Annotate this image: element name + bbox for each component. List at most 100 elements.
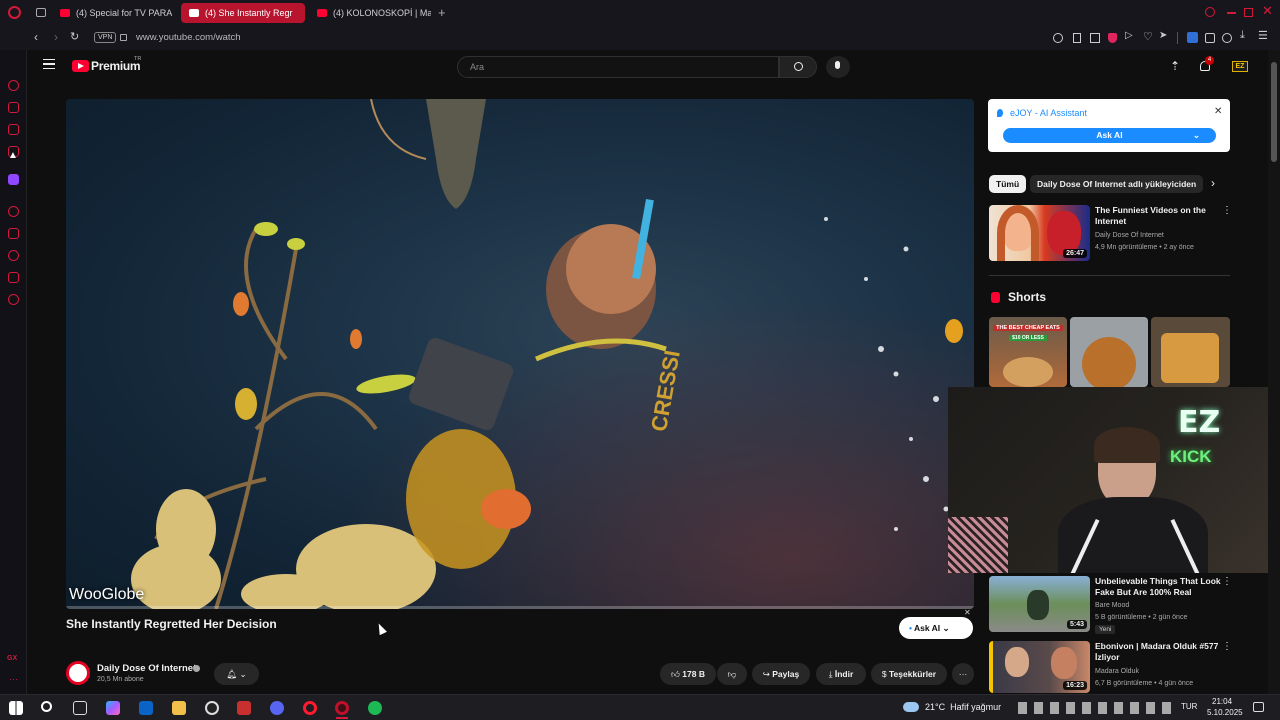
settings-icon[interactable] — [8, 294, 19, 305]
kebab-menu-icon[interactable]: ⋮ — [1222, 641, 1232, 652]
download-button[interactable]: ⤓ İndir — [816, 663, 866, 685]
pin-icon[interactable] — [1073, 33, 1081, 43]
upload-icon[interactable]: ⇡ — [1170, 59, 1180, 73]
voice-search-button[interactable] — [826, 56, 850, 78]
tab-grid-icon[interactable] — [36, 8, 46, 17]
short-thumbnail[interactable]: THE BEST CHEAP EATS $10 OR LESS — [989, 317, 1067, 387]
scrollbar-thumb[interactable] — [1271, 62, 1277, 162]
channel-name[interactable]: Daily Dose Of Internet — [97, 663, 196, 674]
page-scrollbar[interactable] — [1268, 50, 1280, 694]
new-tab-icon[interactable]: + — [438, 5, 446, 20]
short-thumbnail[interactable] — [1151, 317, 1230, 387]
notification-center-icon[interactable] — [1253, 702, 1264, 712]
tab-bar: (4) Special for TV PARASİ (4) She Instan… — [0, 0, 1280, 26]
play-triangle — [78, 63, 84, 69]
more-actions-button[interactable]: ··· — [952, 663, 974, 685]
video-player[interactable]: CRESSI WooGlobe — [66, 99, 974, 609]
outlook-icon[interactable] — [139, 701, 153, 715]
opera-taskbar-icon[interactable] — [303, 701, 317, 715]
chips-next-icon[interactable]: › — [1211, 176, 1215, 190]
download-icon[interactable]: ⤓ — [1240, 29, 1245, 42]
vpn-badge[interactable]: VPN — [94, 32, 117, 43]
send-side-icon[interactable] — [8, 272, 19, 283]
short-thumbnail[interactable] — [1070, 317, 1148, 387]
windows-start-icon[interactable] — [9, 701, 23, 715]
profile-icon[interactable] — [1222, 33, 1232, 43]
notifications-button[interactable]: 4 — [1199, 56, 1214, 72]
search-button[interactable] — [779, 56, 817, 78]
back-icon[interactable]: ‹ — [34, 30, 38, 44]
messenger-icon[interactable] — [8, 124, 19, 135]
dislike-button[interactable]: 👎︎ — [717, 663, 747, 685]
clock-time[interactable]: 21:04 — [1212, 697, 1232, 706]
chrome-icon[interactable] — [205, 701, 219, 715]
ejoy-close-icon[interactable]: ✕ — [1214, 106, 1222, 117]
gx-icon[interactable]: GX — [7, 655, 17, 662]
zoom-icon[interactable] — [1053, 33, 1063, 43]
thumbs-down-icon: 👎︎ — [727, 669, 737, 679]
language-indicator[interactable]: TUR — [1181, 702, 1197, 711]
ask-ai-button[interactable]: • Ask AI ⌄ — [899, 617, 973, 639]
speed-dial-icon[interactable] — [8, 80, 19, 91]
shield-icon[interactable] — [1108, 33, 1117, 43]
minimize-icon[interactable] — [1227, 12, 1236, 14]
avatar[interactable]: EZ — [1232, 61, 1248, 72]
subscription-bell-button[interactable]: 🔔︎ ⌄ — [214, 663, 259, 685]
weather-icon[interactable] — [903, 702, 919, 712]
close-ask-ai-icon[interactable]: ✕ — [964, 608, 971, 617]
opera-gx-taskbar-icon[interactable] — [335, 701, 349, 715]
hamburger-icon[interactable] — [43, 59, 55, 69]
heart-icon[interactable]: ♡ — [1143, 30, 1153, 43]
opera-logo-icon[interactable] — [8, 6, 21, 19]
maximize-icon[interactable] — [1244, 8, 1253, 17]
clock-date[interactable]: 5.10.2025 — [1207, 708, 1243, 717]
channel-avatar[interactable] — [66, 661, 90, 685]
recommendation-item[interactable]: 26:47 The Funniest Videos on the Interne… — [989, 205, 1232, 263]
recommendation-item[interactable]: 5:43 Unbelievable Things That Look Fake … — [989, 576, 1232, 636]
tab-kolonoskopi[interactable]: (4) KOLONOSKOPİ | Mad — [309, 3, 431, 23]
reload-icon[interactable]: ↻ — [70, 30, 79, 43]
extensions-icon[interactable] — [1205, 33, 1215, 43]
copilot-icon[interactable] — [106, 701, 120, 715]
close-window-icon[interactable]: ✕ — [1262, 3, 1273, 19]
more-icon[interactable]: ··· — [9, 674, 18, 684]
twitch-icon[interactable] — [8, 174, 19, 185]
snapshot-icon[interactable] — [1090, 33, 1100, 43]
tray-icons[interactable] — [1018, 702, 1178, 714]
search-icon[interactable] — [41, 701, 52, 712]
chip-from-uploader[interactable]: Daily Dose Of Internet adlı yükleyiciden — [1030, 175, 1204, 193]
video-duration: 26:47 — [1063, 249, 1087, 258]
file-explorer-icon[interactable] — [172, 701, 186, 715]
assistant-icon[interactable] — [8, 102, 19, 113]
kebab-menu-icon[interactable]: ⋮ — [1222, 205, 1232, 216]
weather-text[interactable]: 21°C Hafif yağmur — [925, 702, 1001, 712]
progress-bar[interactable] — [66, 606, 974, 609]
thanks-button[interactable]: $ Teşekkürler — [871, 663, 947, 685]
rec-channel: Bare Mood — [1095, 602, 1130, 609]
search-tabs-icon[interactable] — [1205, 7, 1215, 17]
spotify-icon[interactable] — [368, 701, 382, 715]
mic-icon — [835, 61, 840, 69]
menu-icon[interactable]: ☰ — [1258, 29, 1268, 42]
send-icon[interactable]: ➤ — [1159, 30, 1167, 41]
task-view-icon[interactable] — [73, 701, 87, 715]
forward-icon[interactable]: › — [54, 30, 58, 44]
translate-icon[interactable] — [1187, 32, 1198, 43]
like-button[interactable]: 👍︎ 178 B — [660, 663, 716, 685]
tiktok-icon[interactable]: ▲ — [8, 150, 18, 161]
recommendation-item[interactable]: 16:23 Ebonivon | Madara Olduk #577 İzliy… — [989, 641, 1232, 693]
history-icon[interactable] — [8, 250, 19, 261]
discord-icon[interactable] — [270, 701, 284, 715]
kebab-menu-icon[interactable]: ⋮ — [1222, 576, 1232, 587]
ejoy-ask-ai-button[interactable]: Ask AI ⌄ — [1003, 128, 1216, 143]
chip-all[interactable]: Tümü — [989, 175, 1027, 193]
tab-special-tv[interactable]: (4) Special for TV PARASİ — [52, 3, 172, 23]
url-field[interactable]: www.youtube.com/watch — [136, 32, 241, 43]
app-icon[interactable] — [237, 701, 251, 715]
share-button[interactable]: ↪ Paylaş — [752, 663, 810, 685]
search-input[interactable]: Ara — [457, 56, 779, 78]
tab-she-instantly[interactable]: (4) She Instantly Regr — [181, 3, 305, 23]
player-icon[interactable] — [8, 206, 19, 217]
play-icon[interactable]: ▷ — [1125, 30, 1133, 41]
bookmarks-icon[interactable] — [8, 228, 19, 239]
